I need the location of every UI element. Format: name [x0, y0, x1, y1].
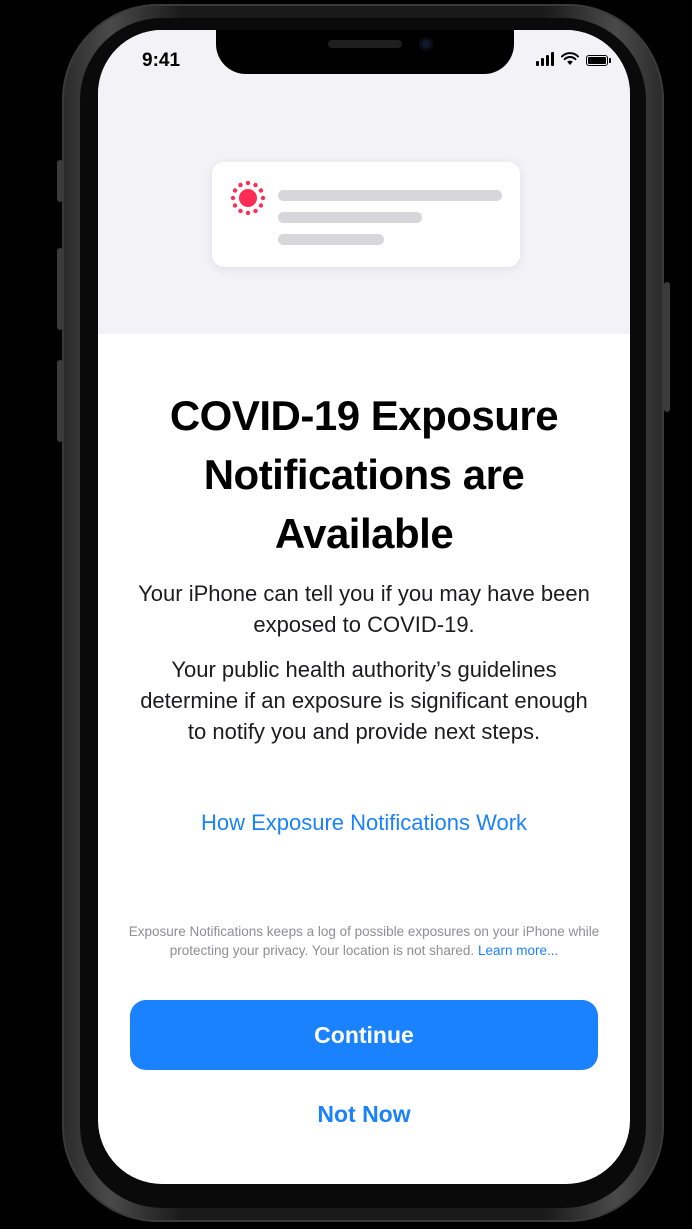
status-time: 9:41 — [142, 50, 181, 71]
silent-switch — [57, 160, 63, 202]
not-now-button[interactable]: Not Now — [130, 1092, 598, 1136]
notch — [216, 30, 514, 74]
battery-icon — [586, 55, 611, 66]
header-illustration-area — [98, 30, 630, 334]
description-paragraph-1: Your iPhone can tell you if you may have… — [138, 581, 590, 637]
how-it-works-link[interactable]: How Exposure Notifications Work — [118, 810, 610, 836]
notification-illustration-card — [212, 162, 520, 267]
phone-screen: 9:41 COVID-19 Exposure Notifications are… — [98, 30, 630, 1184]
status-icons — [536, 52, 611, 66]
placeholder-line-3 — [278, 234, 384, 245]
volume-up-button — [57, 248, 63, 330]
placeholder-line-1 — [278, 190, 502, 201]
exposure-notification-icon — [230, 180, 266, 216]
description-paragraph-2: Your public health authority’s guideline… — [140, 657, 588, 744]
side-power-button — [664, 282, 670, 412]
placeholder-line-2 — [278, 212, 422, 223]
continue-button[interactable]: Continue — [130, 1000, 598, 1070]
volume-down-button — [57, 360, 63, 442]
cellular-signal-icon — [536, 52, 554, 66]
privacy-fine-print: Exposure Notifications keeps a log of po… — [126, 922, 602, 960]
page-title: COVID-19 Exposure Notifications are Avai… — [169, 392, 559, 557]
wifi-icon — [561, 52, 579, 65]
learn-more-link[interactable]: Learn more... — [478, 943, 558, 958]
battery-level-fill — [588, 57, 606, 64]
earpiece-speaker — [328, 40, 402, 48]
front-camera — [419, 37, 433, 51]
